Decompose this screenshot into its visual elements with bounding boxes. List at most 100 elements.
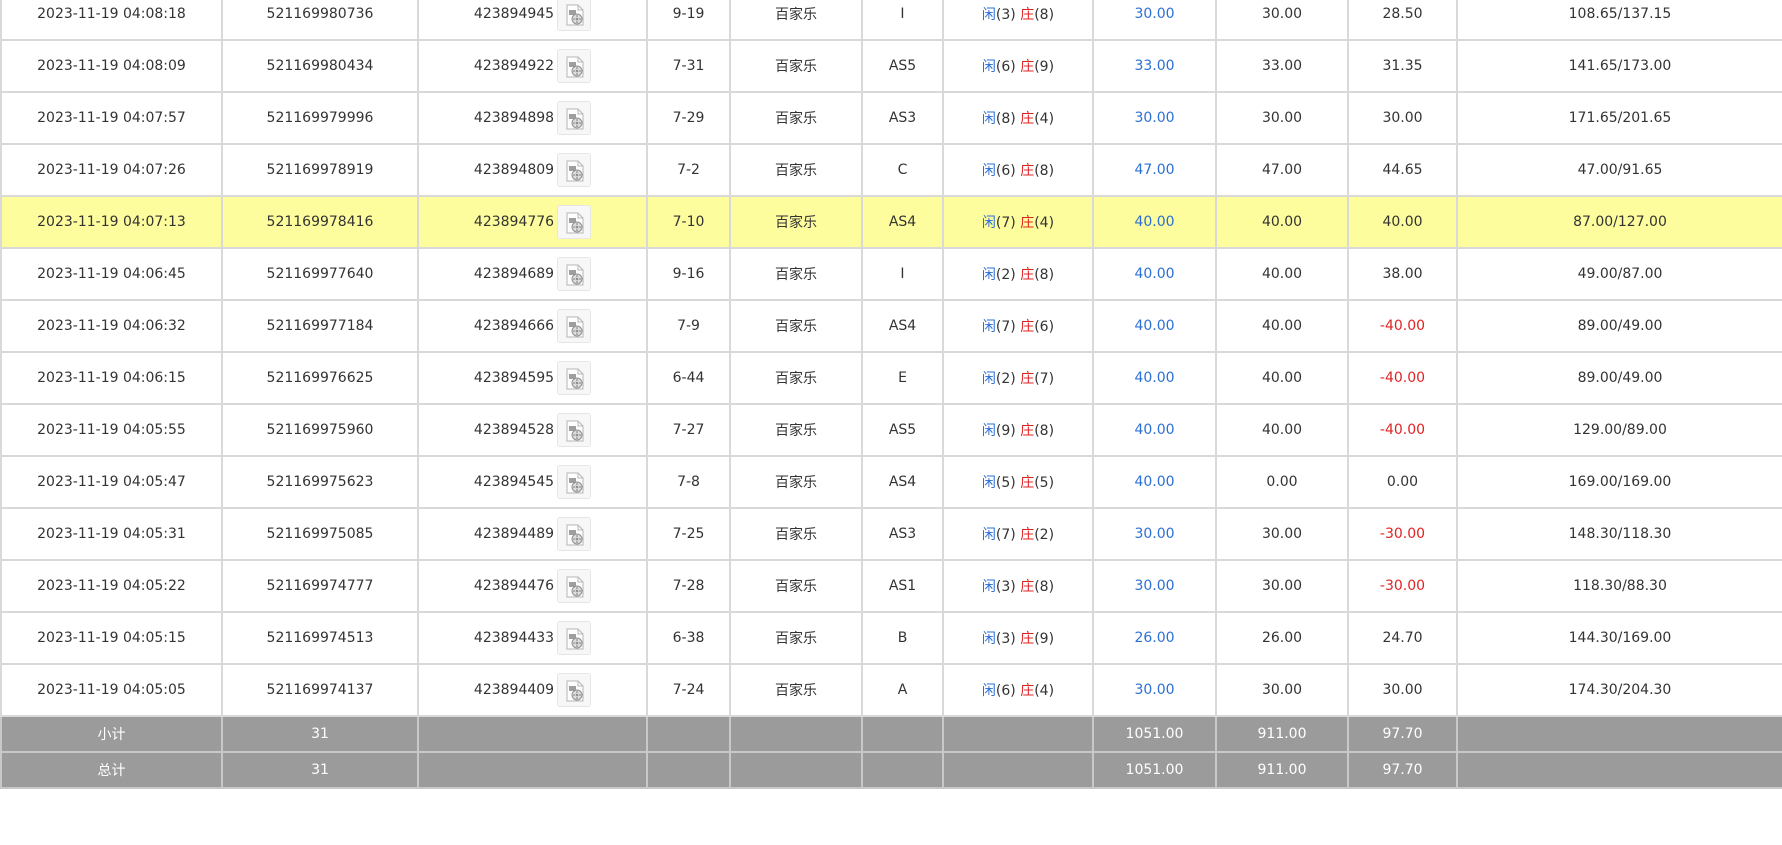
bet-time-cell: 2023-11-19 04:07:57 [0,91,223,145]
bet-number: 521169979996 [266,110,374,126]
total-count: 31 [311,762,329,778]
round-number: 423894666 [473,318,555,334]
replay-video-icon-graphic [566,628,584,650]
round-wrapper: 423894476 [420,569,645,603]
win-loss-cell: 24.70 [1347,611,1458,665]
win-loss: 30.00 [1382,682,1423,698]
bet-time: 2023-11-19 04:06:32 [37,318,186,334]
bet-time-cell: 2023-11-19 04:05:47 [0,455,223,509]
game-type: 百家乐 [775,163,817,179]
table-row[interactable]: 2023-11-19 04:05:05 521169974137 4238944… [0,663,1782,717]
banker-points: (7) [1034,371,1055,387]
shoe-round: 7-9 [677,318,700,334]
bet-records-page: 2023-11-19 04:08:18 521169980736 4238949… [0,0,1782,845]
banker-label: 庄 [1020,111,1035,127]
balance-cell: 118.30/88.30 [1456,559,1782,613]
table-row[interactable]: 2023-11-19 04:05:15 521169974513 4238944… [0,611,1782,665]
replay-video-icon[interactable] [557,569,592,603]
player-points: (3) [995,7,1016,23]
valid-bet: 30.00 [1261,526,1303,542]
balance-cell: 89.00/49.00 [1456,299,1782,353]
balance-cell: 108.65/137.15 [1456,0,1782,41]
table-code-cell: AS4 [861,455,944,509]
shoe-round-cell: 7-28 [646,559,731,613]
round-cell: 423894666 [417,299,648,353]
replay-video-icon[interactable] [557,0,592,31]
table-code-cell: AS3 [861,91,944,145]
table-row[interactable]: 2023-11-19 04:06:45 521169977640 4238946… [0,247,1782,301]
replay-video-icon[interactable] [557,361,592,395]
bet-amount: 26.00 [1134,630,1175,646]
round-wrapper: 423894545 [420,465,645,499]
replay-video-icon[interactable] [557,517,592,551]
table-row[interactable]: 2023-11-19 04:07:13 521169978416 4238947… [0,195,1782,249]
bet-amount: 40.00 [1134,214,1175,230]
table-row[interactable]: 2023-11-19 04:06:15 521169976625 4238945… [0,351,1782,405]
replay-video-icon[interactable] [557,309,592,343]
result-cell: 闲(2) 庄(8) [942,247,1094,301]
table-row[interactable]: 2023-11-19 04:05:22 521169974777 4238944… [0,559,1782,613]
game-type: 百家乐 [775,319,817,335]
banker-label: 庄 [1020,683,1035,699]
table-row[interactable]: 2023-11-19 04:07:57 521169979996 4238948… [0,91,1782,145]
valid-bet: 0.00 [1266,474,1298,490]
table-row[interactable]: 2023-11-19 04:06:32 521169977184 4238946… [0,299,1782,353]
replay-video-icon[interactable] [557,465,592,499]
bet-amount: 30.00 [1134,526,1175,542]
valid-bet-cell: 26.00 [1215,611,1349,665]
banker-label: 庄 [1020,267,1035,283]
bet-number: 521169977184 [266,318,374,334]
shoe-round-cell: 7-9 [646,299,731,353]
win-loss: 0.00 [1386,474,1419,490]
replay-video-icon[interactable] [557,205,592,239]
table-row[interactable]: 2023-11-19 04:05:55 521169975960 4238945… [0,403,1782,457]
player-points: (6) [995,683,1016,699]
table-code: AS4 [888,318,917,334]
bet-time: 2023-11-19 04:08:18 [37,6,186,22]
table-code: B [897,630,908,646]
bet-time: 2023-11-19 04:07:13 [37,214,186,230]
shoe-round: 7-25 [672,526,705,542]
table-row[interactable]: 2023-11-19 04:05:47 521169975623 4238945… [0,455,1782,509]
table-code: I [900,266,905,282]
bet-amount-cell: 30.00 [1092,507,1217,561]
table-row[interactable]: 2023-11-19 04:08:09 521169980434 4238949… [0,39,1782,93]
balance-cell: 144.30/169.00 [1456,611,1782,665]
player-label: 闲 [981,111,996,127]
replay-video-icon[interactable] [557,49,592,83]
valid-bet-cell: 0.00 [1215,455,1349,509]
replay-video-icon[interactable] [557,673,592,707]
table-code-cell: AS1 [861,559,944,613]
bet-amount-cell: 40.00 [1092,299,1217,353]
result-cell: 闲(6) 庄(4) [942,663,1094,717]
bet-amount-cell: 40.00 [1092,403,1217,457]
replay-video-icon[interactable] [557,153,592,187]
game-type: 百家乐 [775,683,817,699]
total-bet-cell: 1051.00 [1092,715,1217,753]
replay-video-icon[interactable] [557,413,592,447]
game-type: 百家乐 [775,579,817,595]
bet-number-cell: 521169979996 [221,91,419,145]
bet-time-cell: 2023-11-19 04:05:31 [0,507,223,561]
table-row[interactable]: 2023-11-19 04:07:26 521169978919 4238948… [0,143,1782,197]
table-row[interactable]: 2023-11-19 04:08:18 521169980736 4238949… [0,0,1782,41]
bet-time-cell: 2023-11-19 04:05:55 [0,403,223,457]
replay-video-icon[interactable] [557,101,592,135]
replay-video-icon[interactable] [557,621,592,655]
player-label: 闲 [981,371,996,387]
table-row[interactable]: 2023-11-19 04:05:31 521169975085 4238944… [0,507,1782,561]
round-cell: 423894776 [417,195,648,249]
balance-cell: 169.00/169.00 [1456,455,1782,509]
round-cell: 423894476 [417,559,648,613]
round-wrapper: 423894409 [420,673,645,707]
bet-number-cell: 521169974137 [221,663,419,717]
bet-number: 521169974513 [266,630,374,646]
player-points: (2) [995,267,1016,283]
replay-video-icon[interactable] [557,257,592,291]
bet-time-cell: 2023-11-19 04:06:32 [0,299,223,353]
game-type-cell: 百家乐 [729,611,863,665]
player-label: 闲 [981,683,996,699]
game-type-cell: 百家乐 [729,195,863,249]
table-code: AS4 [888,214,917,230]
game-type-cell: 百家乐 [729,91,863,145]
